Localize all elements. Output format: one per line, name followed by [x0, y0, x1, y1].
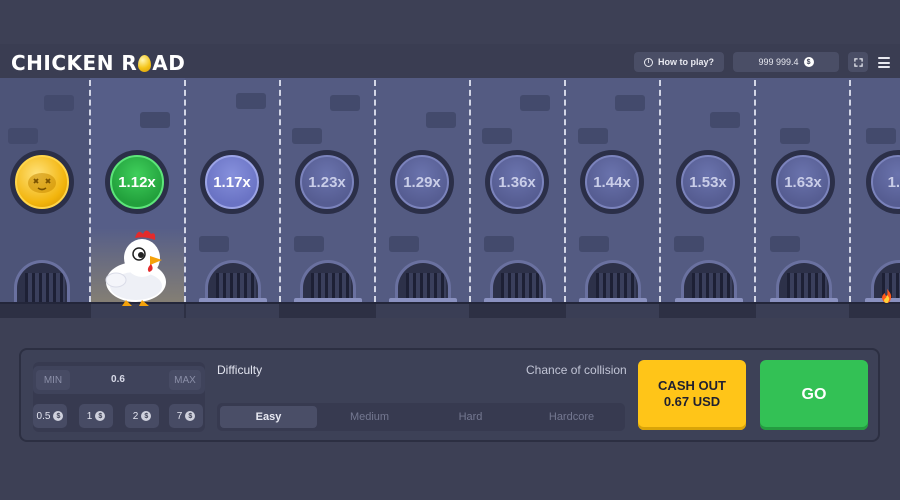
multiplier-coin-2: 1.17x: [200, 150, 264, 214]
max-bet-button[interactable]: MAX: [169, 370, 201, 390]
egg-icon: [138, 55, 152, 72]
cash-out-amount: 0.67 USD: [663, 394, 721, 409]
fullscreen-button[interactable]: [848, 52, 868, 72]
balance-display: 999 999.4 $: [733, 52, 839, 72]
min-bet-button[interactable]: MIN: [36, 370, 70, 390]
dollar-coin-icon: $: [141, 411, 152, 421]
difficulty-selector: Easy Medium Hard Hardcore: [217, 403, 625, 431]
game-road: 1.12x 1.17x 1.23x 1.29x 1.36x 1.44x 1.53…: [0, 78, 900, 318]
sewer-grate: [389, 260, 457, 304]
bet-box: MIN 0.6 MAX 0.5 $ 1 $ 2 $ 7 $: [33, 362, 205, 432]
difficulty-easy[interactable]: Easy: [220, 406, 317, 428]
multiplier-coin-4: 1.29x: [390, 150, 454, 214]
logo: CHICKEN R AD: [11, 51, 186, 75]
go-button[interactable]: GO: [760, 360, 868, 430]
difficulty-hardcore[interactable]: Hardcore: [523, 406, 620, 428]
sewer-grate: [14, 260, 70, 302]
fire-icon: [882, 289, 892, 303]
bet-preset-button[interactable]: 2 $: [125, 404, 159, 428]
bet-preset-button[interactable]: 1 $: [79, 404, 113, 428]
difficulty-label: Difficulty: [217, 363, 263, 377]
control-panel: MIN 0.6 MAX 0.5 $ 1 $ 2 $ 7 $ Difficulty Cha…: [19, 348, 880, 442]
cash-out-button[interactable]: CASH OUT 0.67 USD: [638, 360, 746, 430]
difficulty-medium[interactable]: Medium: [321, 406, 418, 428]
multiplier-coin-3: 1.23x: [295, 150, 359, 214]
top-bar: CHICKEN R AD i How to play? 999 999.4 $: [0, 44, 900, 78]
multiplier-coin-6: 1.44x: [580, 150, 644, 214]
cash-out-label: CASH OUT: [658, 378, 726, 393]
dollar-coin-icon: $: [53, 411, 64, 421]
bet-preset-button[interactable]: 7 $: [169, 404, 203, 428]
start-coin: [10, 150, 74, 214]
expand-icon: [853, 57, 863, 67]
chance-of-collision-label: Chance of collision: [526, 363, 627, 377]
dollar-coin-icon: $: [803, 57, 814, 67]
multiplier-coin-9: 1.7: [866, 150, 900, 214]
bet-amount-input[interactable]: 0.6: [93, 374, 143, 385]
sewer-grate: [294, 260, 362, 304]
sewer-grate: [484, 260, 552, 304]
bet-preset-button[interactable]: 0.5 $: [33, 404, 67, 428]
dollar-coin-icon: $: [185, 411, 196, 421]
difficulty-hard[interactable]: Hard: [422, 406, 519, 428]
multiplier-coin-8: 1.63x: [771, 150, 835, 214]
how-to-play-button[interactable]: i How to play?: [634, 52, 724, 72]
how-to-play-label: How to play?: [658, 57, 714, 67]
multiplier-coin-1: 1.12x: [105, 150, 169, 214]
sewer-grate: [770, 260, 838, 304]
sewer-grate: [199, 260, 267, 304]
sewer-grate: [675, 260, 743, 304]
balance-value: 999 999.4: [758, 57, 799, 67]
chicken-character: [105, 230, 166, 306]
bet-amount-row: MIN 0.6 MAX: [33, 366, 205, 394]
dead-chicken-icon: [28, 173, 56, 193]
sewer-grate: [579, 260, 647, 304]
hamburger-menu-icon[interactable]: [878, 57, 890, 68]
dollar-coin-icon: $: [95, 411, 106, 421]
multiplier-coin-5: 1.36x: [485, 150, 549, 214]
multiplier-coin-7: 1.53x: [676, 150, 740, 214]
info-icon: i: [644, 57, 653, 67]
